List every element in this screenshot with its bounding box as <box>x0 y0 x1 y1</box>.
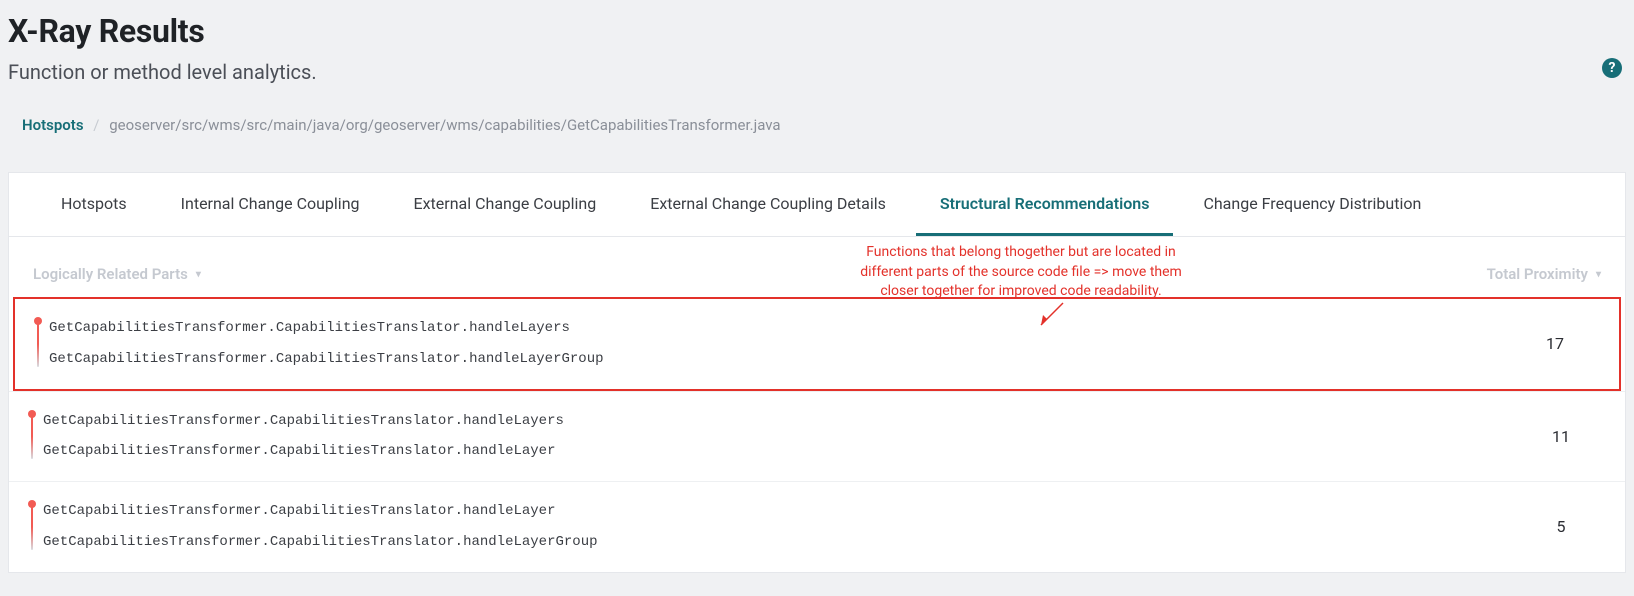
related-pair: GetCapabilitiesTransformer.CapabilitiesT… <box>49 313 1515 375</box>
function-a: GetCapabilitiesTransformer.CapabilitiesT… <box>43 496 1521 527</box>
breadcrumb-sep: / <box>93 116 99 134</box>
tab-change-frequency[interactable]: Change Frequency Distribution <box>1179 173 1445 236</box>
annotation-text: Functions that belong thogether but are … <box>841 243 1201 302</box>
column-total-proximity[interactable]: Total Proximity ▾ <box>1487 265 1601 283</box>
table-row[interactable]: GetCapabilitiesTransformer.CapabilitiesT… <box>9 481 1625 572</box>
proximity-value: 5 <box>1521 517 1601 536</box>
related-pair: GetCapabilitiesTransformer.CapabilitiesT… <box>43 406 1521 468</box>
page-subtitle: Function or method level analytics. <box>8 60 1626 84</box>
chevron-down-icon: ▾ <box>196 269 201 280</box>
column-total-proximity-label: Total Proximity <box>1487 265 1588 283</box>
relation-marker-icon <box>23 496 43 558</box>
tab-internal-coupling[interactable]: Internal Change Coupling <box>157 173 384 236</box>
results-card: Hotspots Internal Change Coupling Extern… <box>8 172 1626 573</box>
relation-marker-icon <box>23 406 43 468</box>
function-b: GetCapabilitiesTransformer.CapabilitiesT… <box>43 436 1521 467</box>
related-pair: GetCapabilitiesTransformer.CapabilitiesT… <box>43 496 1521 558</box>
tab-external-coupling[interactable]: External Change Coupling <box>390 173 621 236</box>
function-b: GetCapabilitiesTransformer.CapabilitiesT… <box>49 344 1515 375</box>
column-related-parts[interactable]: Logically Related Parts ▾ <box>33 265 201 283</box>
tab-hotspots[interactable]: Hotspots <box>37 173 151 236</box>
help-icon[interactable]: ? <box>1602 58 1622 78</box>
function-a: GetCapabilitiesTransformer.CapabilitiesT… <box>43 406 1521 437</box>
table-row[interactable]: GetCapabilitiesTransformer.CapabilitiesT… <box>13 297 1621 391</box>
relation-marker-icon <box>29 313 49 375</box>
breadcrumb-root[interactable]: Hotspots <box>22 116 84 134</box>
breadcrumb: Hotspots / geoserver/src/wms/src/main/ja… <box>8 116 1626 134</box>
tab-bar: Hotspots Internal Change Coupling Extern… <box>9 173 1625 237</box>
table-row[interactable]: GetCapabilitiesTransformer.CapabilitiesT… <box>9 391 1625 482</box>
function-a: GetCapabilitiesTransformer.CapabilitiesT… <box>49 313 1515 344</box>
page-title: X-Ray Results <box>8 12 1626 50</box>
function-b: GetCapabilitiesTransformer.CapabilitiesT… <box>43 527 1521 558</box>
breadcrumb-path: geoserver/src/wms/src/main/java/org/geos… <box>109 116 780 134</box>
chevron-down-icon: ▾ <box>1596 269 1601 280</box>
proximity-value: 17 <box>1515 334 1595 353</box>
tab-external-coupling-details[interactable]: External Change Coupling Details <box>626 173 910 236</box>
proximity-value: 11 <box>1521 427 1601 446</box>
tab-structural-recommendations[interactable]: Structural Recommendations <box>916 173 1174 236</box>
table-header: Logically Related Parts ▾ Total Proximit… <box>9 237 1625 297</box>
column-related-parts-label: Logically Related Parts <box>33 265 188 283</box>
